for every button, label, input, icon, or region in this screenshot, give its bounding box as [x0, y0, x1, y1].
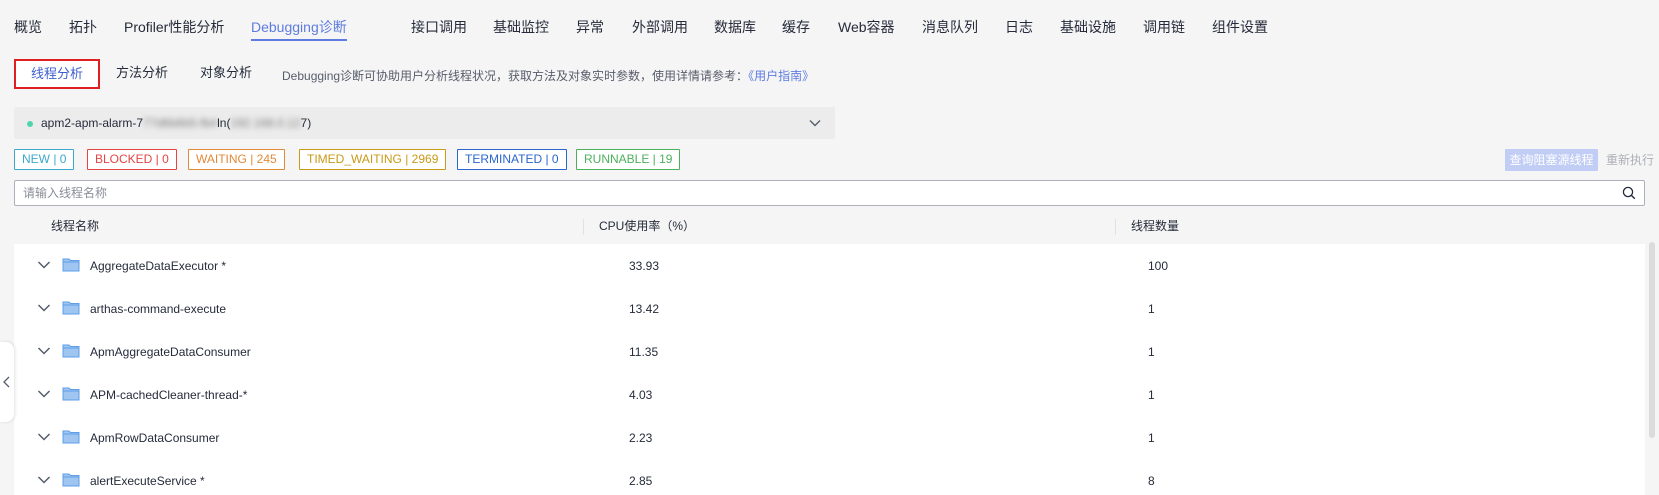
- nav-call-chain[interactable]: 调用链: [1143, 17, 1185, 41]
- instance-label: apm2-apm-alarm-777d6b6b5-fb4ln(192.168.0…: [41, 116, 311, 130]
- thread-name: arthas-command-execute: [90, 302, 227, 316]
- nav-database[interactable]: 数据库: [714, 17, 756, 41]
- thread-count-value: 1: [1148, 345, 1155, 359]
- nav-web-container[interactable]: Web容器: [838, 17, 895, 41]
- folder-icon: [62, 387, 80, 401]
- instance-name-mid: ln(: [217, 116, 231, 130]
- tab-object-analysis[interactable]: 对象分析: [185, 59, 267, 89]
- column-cpu-usage[interactable]: CPU使用率（%）: [599, 214, 695, 244]
- cpu-usage-value: 4.03: [629, 388, 653, 402]
- table-row[interactable]: AggregateDataExecutor * 33.93 100: [14, 244, 1645, 288]
- nav-message-queue[interactable]: 消息队列: [922, 17, 978, 41]
- folder-icon: [62, 430, 80, 444]
- chevron-down-icon[interactable]: [37, 260, 51, 270]
- thread-name: alertExecuteService *: [90, 474, 205, 488]
- thread-table: AggregateDataExecutor * 33.93 100 arthas-co…: [14, 244, 1645, 495]
- rerun-button[interactable]: 重新执行: [1606, 149, 1654, 171]
- folder-icon: [62, 473, 80, 487]
- nav-cache[interactable]: 缓存: [782, 17, 810, 41]
- thread-count-value: 1: [1148, 388, 1155, 402]
- chevron-down-icon: [809, 120, 821, 127]
- thread-count-value: 8: [1148, 474, 1155, 488]
- cpu-usage-value: 2.23: [629, 431, 653, 445]
- nav-profiler[interactable]: Profiler性能分析: [124, 17, 224, 41]
- column-thread-count[interactable]: 线程数量: [1131, 214, 1179, 244]
- chevron-down-icon[interactable]: [37, 432, 51, 442]
- nav-exceptions[interactable]: 异常: [576, 17, 604, 41]
- table-row[interactable]: ApmRowDataConsumer 2.23 1: [14, 416, 1645, 460]
- folder-icon: [62, 258, 80, 272]
- debug-subtabs: 线程分析 方法分析 对象分析 Debugging诊断可协助用户分析线程状况，获取…: [0, 58, 1659, 92]
- nav-logs[interactable]: 日志: [1005, 17, 1033, 41]
- table-header: 线程名称 CPU使用率（%） 线程数量: [14, 214, 1645, 244]
- column-divider: [583, 219, 584, 235]
- folder-icon: [62, 344, 80, 358]
- column-divider: [1115, 219, 1116, 235]
- user-guide-link[interactable]: 《用户指南》: [748, 69, 814, 83]
- state-new-tag[interactable]: NEW | 0: [14, 149, 75, 170]
- query-blocked-source-button[interactable]: 查询阻塞源线程: [1505, 149, 1598, 171]
- tab-method-analysis[interactable]: 方法分析: [101, 59, 183, 89]
- table-scrollbar[interactable]: [1649, 242, 1655, 438]
- thread-search-input[interactable]: [23, 184, 1603, 202]
- chevron-down-icon[interactable]: [37, 389, 51, 399]
- folder-icon: [62, 301, 80, 315]
- thread-count-value: 100: [1148, 259, 1169, 273]
- cpu-usage-value: 11.35: [629, 345, 659, 359]
- description-text: Debugging诊断可协助用户分析线程状况，获取方法及对象实时参数，使用详情请…: [282, 69, 749, 83]
- nav-infrastructure[interactable]: 基础设施: [1060, 17, 1116, 41]
- column-thread-name[interactable]: 线程名称: [51, 214, 99, 244]
- thread-name: ApmAggregateDataConsumer: [90, 345, 251, 359]
- tab-thread-analysis[interactable]: 线程分析: [14, 59, 101, 89]
- chevron-down-icon[interactable]: [37, 303, 51, 313]
- cpu-usage-value: 33.93: [629, 259, 660, 273]
- chevron-left-icon: [3, 376, 10, 388]
- thread-name: AggregateDataExecutor *: [90, 259, 227, 273]
- state-runnable-tag[interactable]: RUNNABLE | 19: [576, 149, 681, 170]
- nav-debugging[interactable]: Debugging诊断: [251, 17, 347, 41]
- table-row[interactable]: ApmAggregateDataConsumer 11.35 1: [14, 330, 1645, 374]
- state-waiting-tag[interactable]: WAITING | 245: [188, 149, 285, 170]
- debugging-description: Debugging诊断可协助用户分析线程状况，获取方法及对象实时参数，使用详情请…: [282, 67, 814, 84]
- instance-name-prefix: apm2-apm-alarm-7: [41, 116, 144, 130]
- cpu-usage-value: 2.85: [629, 474, 653, 488]
- instance-name-suffix: 7): [300, 116, 312, 130]
- sidebar-collapse-handle[interactable]: [0, 342, 14, 422]
- top-nav: 概览 拓扑 Profiler性能分析 Debugging诊断 接口调用 基础监控…: [0, 0, 1659, 54]
- nav-interface-calls[interactable]: 接口调用: [411, 17, 467, 41]
- nav-topology[interactable]: 拓扑: [69, 17, 97, 41]
- table-row[interactable]: APM-cachedCleaner-thread-* 4.03 1: [14, 373, 1645, 417]
- nav-component-settings[interactable]: 组件设置: [1212, 17, 1268, 41]
- instance-select[interactable]: apm2-apm-alarm-777d6b6b5-fb4ln(192.168.0…: [14, 107, 835, 139]
- state-blocked-tag[interactable]: BLOCKED | 0: [87, 149, 177, 170]
- thread-search: [14, 180, 1645, 206]
- table-row[interactable]: arthas-command-execute 13.42 1: [14, 287, 1645, 331]
- nav-overview[interactable]: 概览: [14, 17, 42, 41]
- thread-name: ApmRowDataConsumer: [90, 431, 220, 445]
- state-timed-waiting-tag[interactable]: TIMED_WAITING | 2969: [299, 149, 447, 170]
- state-terminated-tag[interactable]: TERMINATED | 0: [457, 149, 567, 170]
- nav-external-calls[interactable]: 外部调用: [632, 17, 688, 41]
- search-icon[interactable]: [1622, 186, 1636, 200]
- thread-count-value: 1: [1148, 302, 1155, 316]
- thread-count-value: 1: [1148, 431, 1155, 445]
- instance-masked-id: 77d6b6b5-fb4: [143, 116, 218, 130]
- instance-status-dot: [27, 121, 33, 127]
- chevron-down-icon[interactable]: [37, 475, 51, 485]
- instance-masked-ip: 192.168.0.12: [230, 116, 301, 130]
- table-row[interactable]: alertExecuteService * 2.85 8: [14, 459, 1645, 495]
- chevron-down-icon[interactable]: [37, 346, 51, 356]
- cpu-usage-value: 13.42: [629, 302, 660, 316]
- nav-basic-monitor[interactable]: 基础监控: [493, 17, 549, 41]
- thread-name: APM-cachedCleaner-thread-*: [90, 388, 248, 402]
